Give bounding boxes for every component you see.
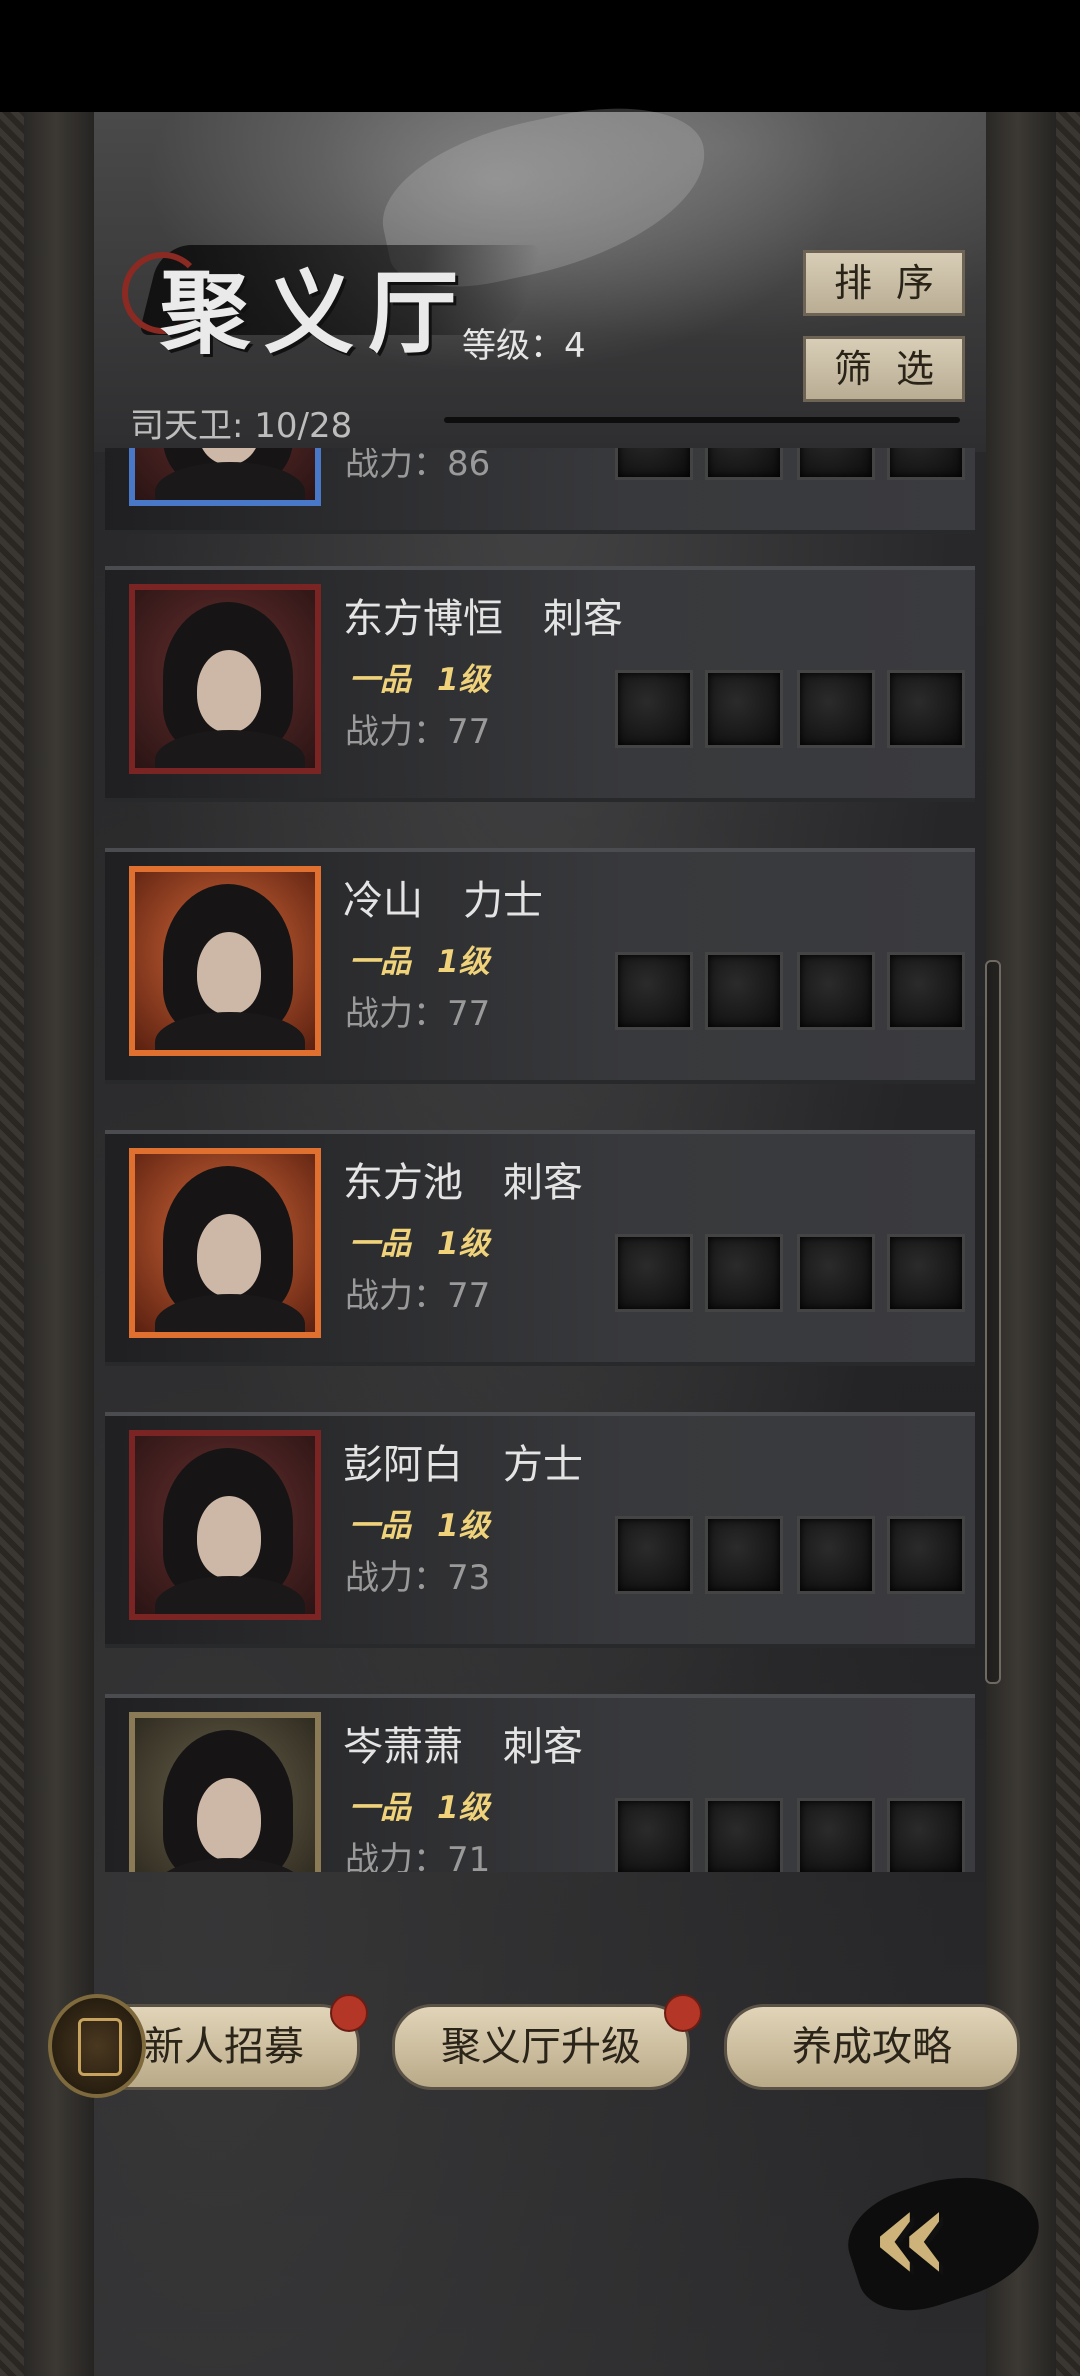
equipment-slot[interactable]: [615, 448, 693, 480]
sort-button[interactable]: 排序: [803, 250, 965, 316]
hero-name: 冷山 力士: [343, 878, 543, 924]
left-border: [0, 112, 24, 2376]
list-item[interactable]: 彭阿白 方士 一品 1级 战力：73: [105, 1412, 975, 1648]
hero-grade: 一品: [349, 1508, 411, 1544]
list-item[interactable]: 岑萧萧 刺客 一品 1级 战力：71: [105, 1694, 975, 1872]
notification-badge: [664, 1994, 702, 2032]
hero-level: 1级: [437, 1790, 490, 1826]
recruit-token-icon: [48, 1994, 146, 2098]
list-item[interactable]: 战力：86: [105, 448, 975, 534]
equipment-slot[interactable]: [887, 952, 965, 1030]
hero-level: 1级: [437, 1226, 490, 1262]
hero-name: 彭阿白 方士: [343, 1442, 583, 1488]
equipment-slot[interactable]: [797, 1234, 875, 1312]
hero-rank: 一品 1级: [349, 1500, 490, 1545]
equipment-slot[interactable]: [887, 448, 965, 480]
equipment-slot[interactable]: [615, 952, 693, 1030]
hero-name: 东方池 刺客: [343, 1160, 583, 1206]
equipment-slot[interactable]: [887, 1234, 965, 1312]
hero-rank: 一品 1级: [349, 936, 490, 981]
notification-badge: [330, 1994, 368, 2032]
equipment-slot[interactable]: [797, 1798, 875, 1872]
hero-level: 1级: [437, 1508, 490, 1544]
equipment-slot[interactable]: [615, 1234, 693, 1312]
list-item[interactable]: 东方博恒 刺客 一品 1级 战力：77: [105, 566, 975, 802]
header-divider: [444, 417, 960, 423]
hero-rank: 一品 1级: [349, 654, 490, 699]
equipment-slot[interactable]: [615, 1516, 693, 1594]
roster-count: 司天卫: 10/28: [130, 406, 353, 446]
equipment-slot[interactable]: [887, 1516, 965, 1594]
equipment-slot[interactable]: [797, 1516, 875, 1594]
hero-portrait: [129, 1148, 321, 1338]
hero-rank: 一品 1级: [349, 1218, 490, 1263]
hero-portrait: [129, 448, 321, 506]
equipment-slot[interactable]: [887, 1798, 965, 1872]
equipment-slot[interactable]: [705, 448, 783, 480]
status-bar: [0, 0, 1080, 112]
equipment-slot[interactable]: [705, 952, 783, 1030]
filter-button[interactable]: 筛选: [803, 336, 965, 402]
equipment-slot[interactable]: [797, 448, 875, 480]
hero-level: 1级: [437, 944, 490, 980]
hero-portrait: [129, 866, 321, 1056]
hero-power: 战力：77: [345, 1276, 491, 1316]
hero-grade: 一品: [349, 1226, 411, 1262]
hero-rank: 一品 1级: [349, 1782, 490, 1827]
hero-power: 战力：73: [345, 1558, 491, 1598]
list-item[interactable]: 冷山 力士 一品 1级 战力：77: [105, 848, 975, 1084]
hero-portrait: [129, 1430, 321, 1620]
hero-power: 战力：86: [345, 448, 491, 484]
equipment-slot[interactable]: [615, 1798, 693, 1872]
hero-portrait: [129, 584, 321, 774]
hero-list[interactable]: 战力：86 东方博恒 刺客 一品 1级 战力：77 冷山 力士 一品 1级 战力：7…: [105, 448, 975, 1872]
equipment-slot[interactable]: [705, 670, 783, 748]
hero-name: 东方博恒 刺客: [343, 596, 623, 642]
hall-level: 等级：4: [462, 326, 586, 366]
equipment-slot[interactable]: [705, 1798, 783, 1872]
hero-name: 岑萧萧 刺客: [343, 1724, 583, 1770]
hero-grade: 一品: [349, 662, 411, 698]
hero-power: 战力：77: [345, 712, 491, 752]
equipment-slot[interactable]: [887, 670, 965, 748]
scrollbar[interactable]: [985, 960, 1001, 1684]
right-border: [1056, 112, 1080, 2376]
hero-power: 战力：71: [345, 1840, 491, 1872]
hero-power: 战力：77: [345, 994, 491, 1034]
hero-portrait: [129, 1712, 321, 1872]
equipment-slot[interactable]: [705, 1516, 783, 1594]
equipment-slot[interactable]: [797, 952, 875, 1030]
guide-button[interactable]: 养成攻略: [724, 2004, 1020, 2090]
equipment-slot[interactable]: [615, 670, 693, 748]
equipment-slot[interactable]: [705, 1234, 783, 1312]
hero-grade: 一品: [349, 1790, 411, 1826]
hall-upgrade-button[interactable]: 聚义厅升级: [392, 2004, 690, 2090]
list-item[interactable]: 东方池 刺客 一品 1级 战力：77: [105, 1130, 975, 1366]
equipment-slot[interactable]: [797, 670, 875, 748]
hero-grade: 一品: [349, 944, 411, 980]
page-title: 聚义厅: [160, 260, 472, 366]
double-chevron-left-icon[interactable]: «: [870, 2170, 1020, 2300]
hero-level: 1级: [437, 662, 490, 698]
